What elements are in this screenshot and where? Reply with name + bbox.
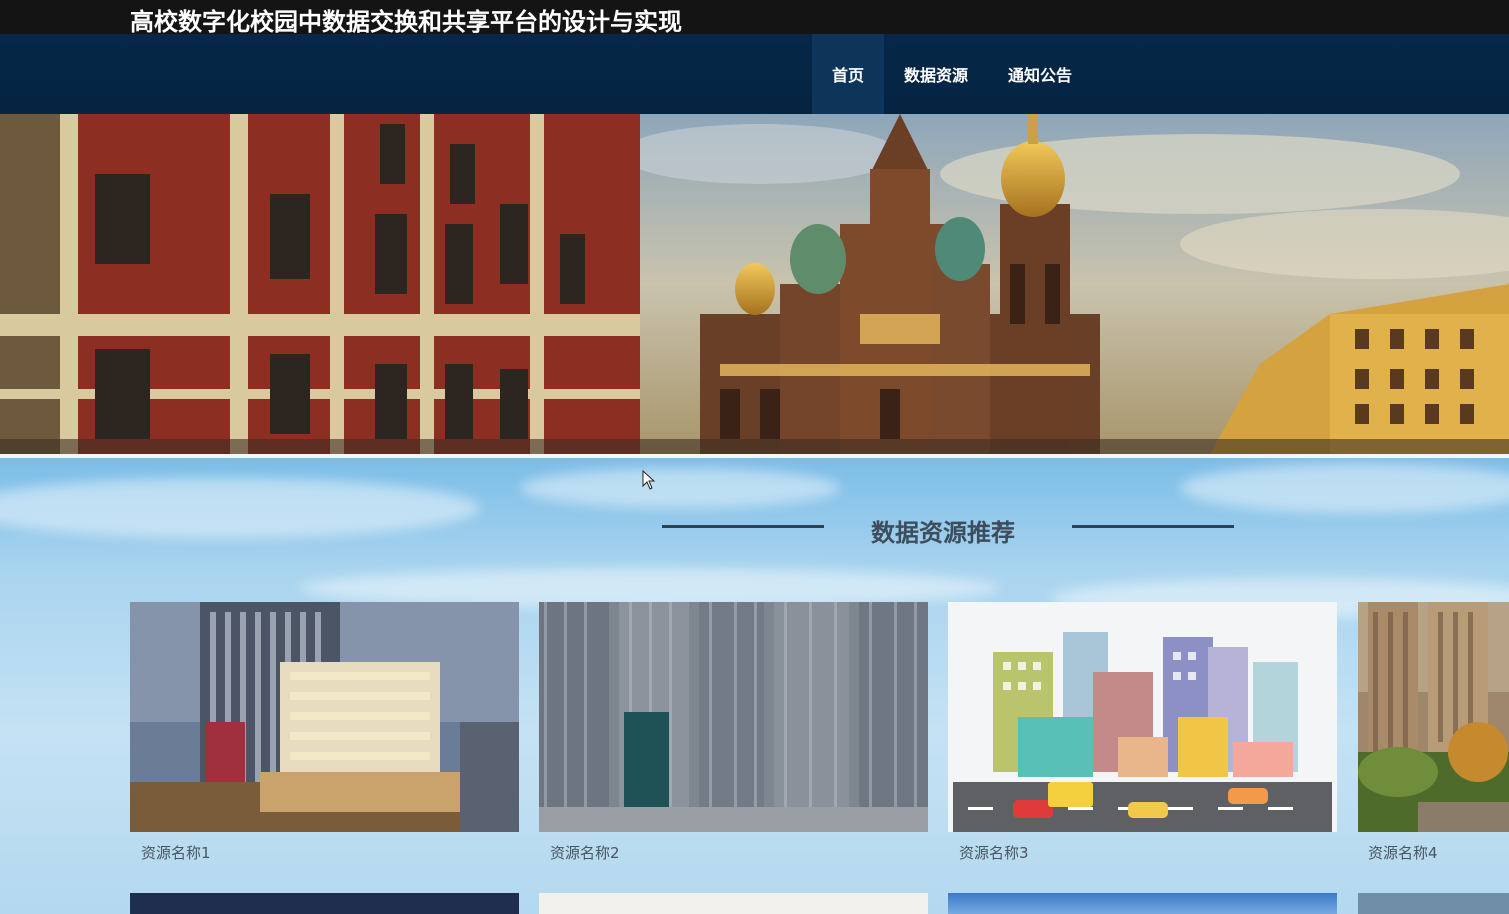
mouse-cursor-icon — [642, 470, 656, 490]
resource-name-3[interactable]: 资源名称3 — [959, 842, 1029, 863]
resource-name-1[interactable]: 资源名称1 — [141, 842, 211, 863]
hero-banner — [0, 114, 1509, 454]
resource-card-3[interactable] — [948, 602, 1337, 832]
recommend-section: 数据资源推荐 资源名称1 资源名称2 资源名称3 资源名称4 — [0, 458, 1509, 914]
banner-image — [0, 114, 1509, 454]
resource-image-4 — [1358, 602, 1509, 832]
navbar: 首页 数据资源 通知公告 — [0, 34, 1509, 114]
resource-name-4[interactable]: 资源名称4 — [1368, 842, 1438, 863]
nav-menu: 首页 数据资源 通知公告 — [812, 34, 1092, 114]
resource-card-8[interactable] — [1358, 893, 1509, 914]
section-heading: 数据资源推荐 — [871, 519, 1015, 547]
resource-image-1 — [130, 602, 519, 832]
resource-image-3 — [948, 602, 1337, 832]
resource-card-1[interactable] — [130, 602, 519, 832]
resource-card-7[interactable] — [948, 893, 1337, 914]
resource-card-4[interactable] — [1358, 602, 1509, 832]
title-bar: 高校数字化校园中数据交换和共享平台的设计与实现 — [0, 0, 1509, 36]
nav-item-notices[interactable]: 通知公告 — [988, 34, 1092, 114]
resource-name-2[interactable]: 资源名称2 — [550, 842, 620, 863]
resource-image-2 — [539, 602, 928, 832]
heading-line-right — [1072, 525, 1234, 528]
nav-item-data-resources[interactable]: 数据资源 — [884, 34, 988, 114]
resource-card-2[interactable] — [539, 602, 928, 832]
nav-item-home[interactable]: 首页 — [812, 34, 885, 114]
resource-card-5[interactable] — [130, 893, 519, 914]
resource-card-6[interactable] — [539, 893, 928, 914]
heading-line-left — [662, 525, 824, 528]
site-title: 高校数字化校园中数据交换和共享平台的设计与实现 — [130, 8, 682, 36]
